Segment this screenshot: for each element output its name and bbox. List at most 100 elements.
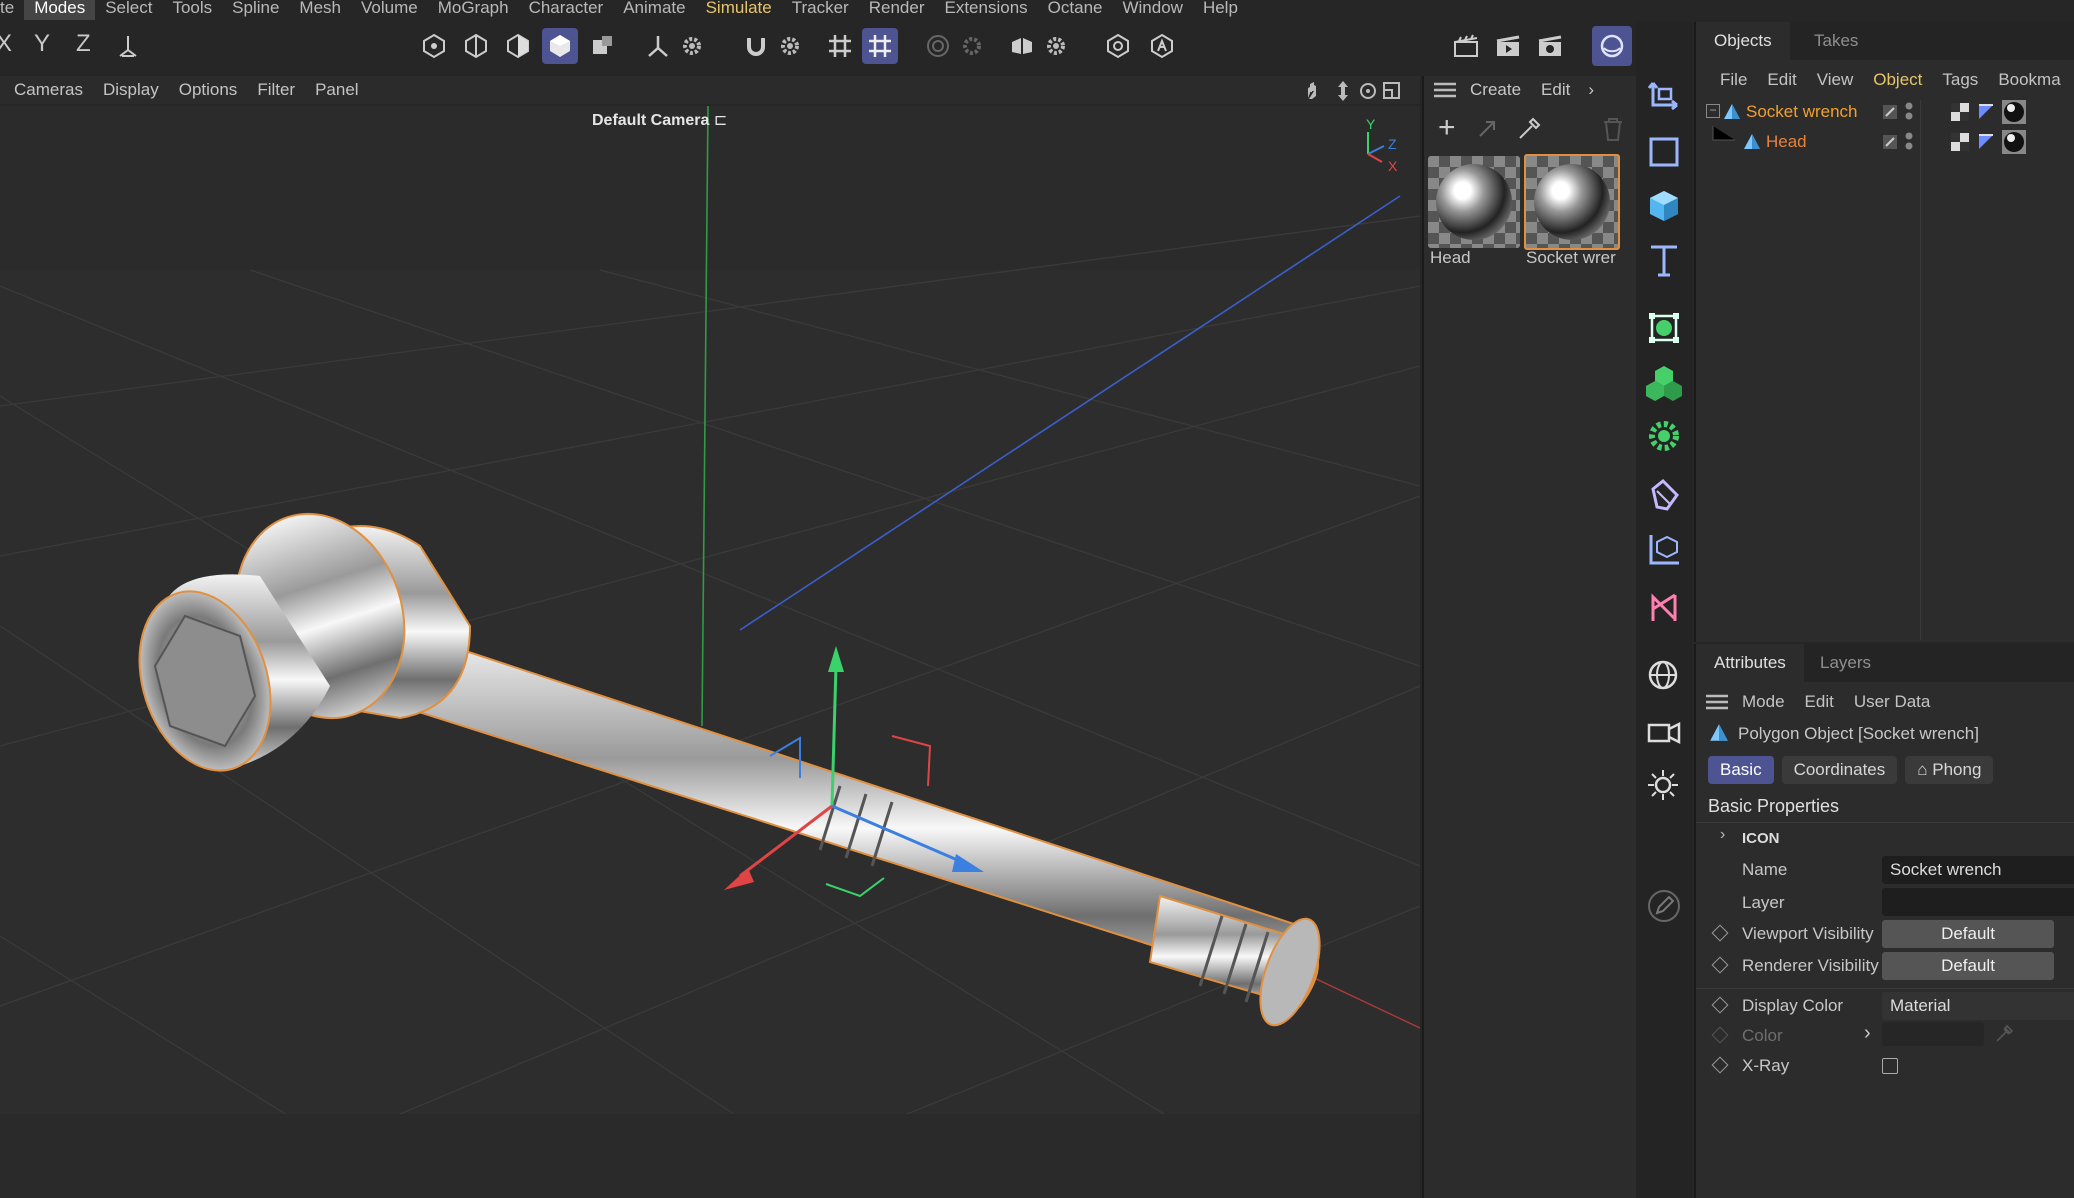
menu-item-select[interactable]: Select <box>95 0 162 20</box>
material-thumb-head[interactable] <box>1428 156 1520 248</box>
polygons-mode-button[interactable] <box>500 28 536 64</box>
axis-y-toggle[interactable]: Y <box>34 30 50 58</box>
menu-item-volume[interactable]: Volume <box>351 0 428 20</box>
snap-button[interactable] <box>738 28 774 64</box>
tree-row-socket-wrench[interactable]: − Socket wrench <box>1706 100 2066 128</box>
spline-pen-button[interactable] <box>1640 584 1688 632</box>
menu-item-spline[interactable]: Spline <box>222 0 289 20</box>
objects-menu-file[interactable]: File <box>1720 70 1747 90</box>
phong-tag-icon[interactable] <box>1976 132 1996 152</box>
subtab-coordinates[interactable]: Coordinates <box>1781 756 1898 784</box>
add-material-icon[interactable]: + <box>1438 110 1456 146</box>
visibility-dots-icon[interactable] <box>1904 100 1914 122</box>
attributes-menu-edit[interactable]: Edit <box>1805 692 1834 712</box>
material-tag-icon[interactable] <box>2002 100 2026 124</box>
deformer-button[interactable] <box>1640 412 1688 460</box>
menu-item-modes[interactable]: Modes <box>24 0 96 20</box>
tab-objects[interactable]: Objects <box>1696 22 1790 60</box>
symmetry-settings-button[interactable] <box>1038 28 1074 64</box>
material-name-socket-wrench[interactable]: Socket wrer <box>1526 248 1636 268</box>
pan-hand-icon[interactable] <box>1308 82 1316 99</box>
objects-menu-tags[interactable]: Tags <box>1942 70 1978 90</box>
axis-x-toggle[interactable]: X <box>0 30 12 58</box>
subtab-phong[interactable]: ⌂ Phong <box>1905 756 1994 784</box>
chevron-right-icon[interactable]: › <box>1720 826 1725 844</box>
menu-item-window[interactable]: Window <box>1112 0 1192 20</box>
material-tag-icon[interactable] <box>2002 130 2026 154</box>
tree-row-head[interactable]: Head <box>1706 126 2066 158</box>
menu-item-mesh[interactable]: Mesh <box>289 0 351 20</box>
auto-key-button[interactable] <box>1144 28 1180 64</box>
soft-selection-button[interactable] <box>920 28 956 64</box>
collapse-toggle-icon[interactable]: − <box>1706 104 1720 118</box>
viewport-menu-options[interactable]: Options <box>179 80 238 100</box>
render-picture-viewer-button[interactable] <box>1490 28 1526 64</box>
render-view-button[interactable] <box>1448 28 1484 64</box>
viewport-visibility-dropdown[interactable]: Default <box>1882 920 2054 948</box>
material-name-head[interactable]: Head <box>1430 248 1471 268</box>
menu-item-tools[interactable]: Tools <box>162 0 222 20</box>
uv-mode-button[interactable] <box>584 28 620 64</box>
lock-workplane-button[interactable] <box>1100 28 1136 64</box>
eyedropper-icon[interactable] <box>1516 116 1542 142</box>
text-spline-button[interactable] <box>1640 236 1688 284</box>
cube-button[interactable] <box>1640 182 1688 230</box>
points-mode-button[interactable] <box>416 28 452 64</box>
keyframe-diamond-icon[interactable] <box>1711 956 1729 974</box>
subtab-basic[interactable]: Basic <box>1708 756 1774 784</box>
material-menu-edit[interactable]: Edit <box>1541 80 1570 100</box>
edit-tag-button[interactable] <box>1640 882 1688 930</box>
keyframe-diamond-icon[interactable] <box>1711 996 1729 1014</box>
menu-item-animate[interactable]: Animate <box>613 0 695 20</box>
chevron-right-icon[interactable]: › <box>1864 1022 1871 1045</box>
axis-mode-button[interactable] <box>640 28 676 64</box>
menu-item-octane[interactable]: Octane <box>1038 0 1113 20</box>
model-mode-button[interactable] <box>542 28 578 64</box>
sky-button[interactable] <box>1640 652 1688 700</box>
edit-visibility-icon[interactable] <box>1882 104 1898 120</box>
spline-rectangle-button[interactable] <box>1640 128 1688 176</box>
xray-checkbox[interactable] <box>1882 1058 1898 1074</box>
cloner-button[interactable] <box>1640 358 1688 406</box>
edit-visibility-icon[interactable] <box>1882 134 1898 150</box>
workplane-button[interactable] <box>862 28 898 64</box>
attributes-menu-user-data[interactable]: User Data <box>1854 692 1931 712</box>
subdivision-button[interactable] <box>1640 304 1688 352</box>
coordinate-system-button[interactable] <box>110 28 146 64</box>
name-field[interactable]: Socket wrench <box>1882 856 2074 884</box>
attributes-menu-mode[interactable]: Mode <box>1742 692 1785 712</box>
edges-mode-button[interactable] <box>458 28 494 64</box>
objects-menu-view[interactable]: View <box>1817 70 1854 90</box>
grid-button[interactable] <box>822 28 858 64</box>
3d-viewport[interactable]: Default Camera ⊏ Y Z X <box>0 106 1420 1198</box>
display-color-dropdown[interactable]: Material <box>1882 992 2074 1020</box>
hamburger-icon[interactable] <box>1434 82 1456 98</box>
axis-z-toggle[interactable]: Z <box>76 30 91 58</box>
redshift-button[interactable] <box>1592 26 1632 66</box>
menu-item-extensions[interactable]: Extensions <box>935 0 1038 20</box>
field-button[interactable] <box>1640 526 1688 574</box>
render-settings-button[interactable] <box>1532 28 1568 64</box>
tab-layers[interactable]: Layers <box>1802 644 1889 682</box>
viewport-menu-display[interactable]: Display <box>103 80 159 100</box>
viewport-menu-panel[interactable]: Panel <box>315 80 358 100</box>
menu-item-character[interactable]: Character <box>519 0 614 20</box>
symmetry-button[interactable] <box>1004 28 1040 64</box>
light-object-button[interactable] <box>1640 762 1688 810</box>
material-menu-create[interactable]: Create <box>1470 80 1521 100</box>
visibility-dots-icon[interactable] <box>1904 130 1914 152</box>
null-object-button[interactable] <box>1640 72 1688 120</box>
menu-item-help[interactable]: Help <box>1193 0 1248 20</box>
menu-item-mograph[interactable]: MoGraph <box>428 0 519 20</box>
maximize-view-icon[interactable] <box>1383 82 1400 99</box>
keyframe-diamond-icon[interactable] <box>1711 924 1729 942</box>
move-camera-icon[interactable] <box>1338 81 1348 101</box>
texture-tag-icon[interactable] <box>1950 132 1970 152</box>
group-icon[interactable]: ICON <box>1742 830 1780 847</box>
tree-label-socket-wrench[interactable]: Socket wrench <box>1746 102 1858 122</box>
viewport-menu-cameras[interactable]: Cameras <box>14 80 83 100</box>
trash-icon[interactable] <box>1602 116 1624 142</box>
arrow-icon[interactable] <box>1476 118 1498 140</box>
hamburger-icon[interactable] <box>1706 694 1728 710</box>
renderer-visibility-dropdown[interactable]: Default <box>1882 952 2054 980</box>
